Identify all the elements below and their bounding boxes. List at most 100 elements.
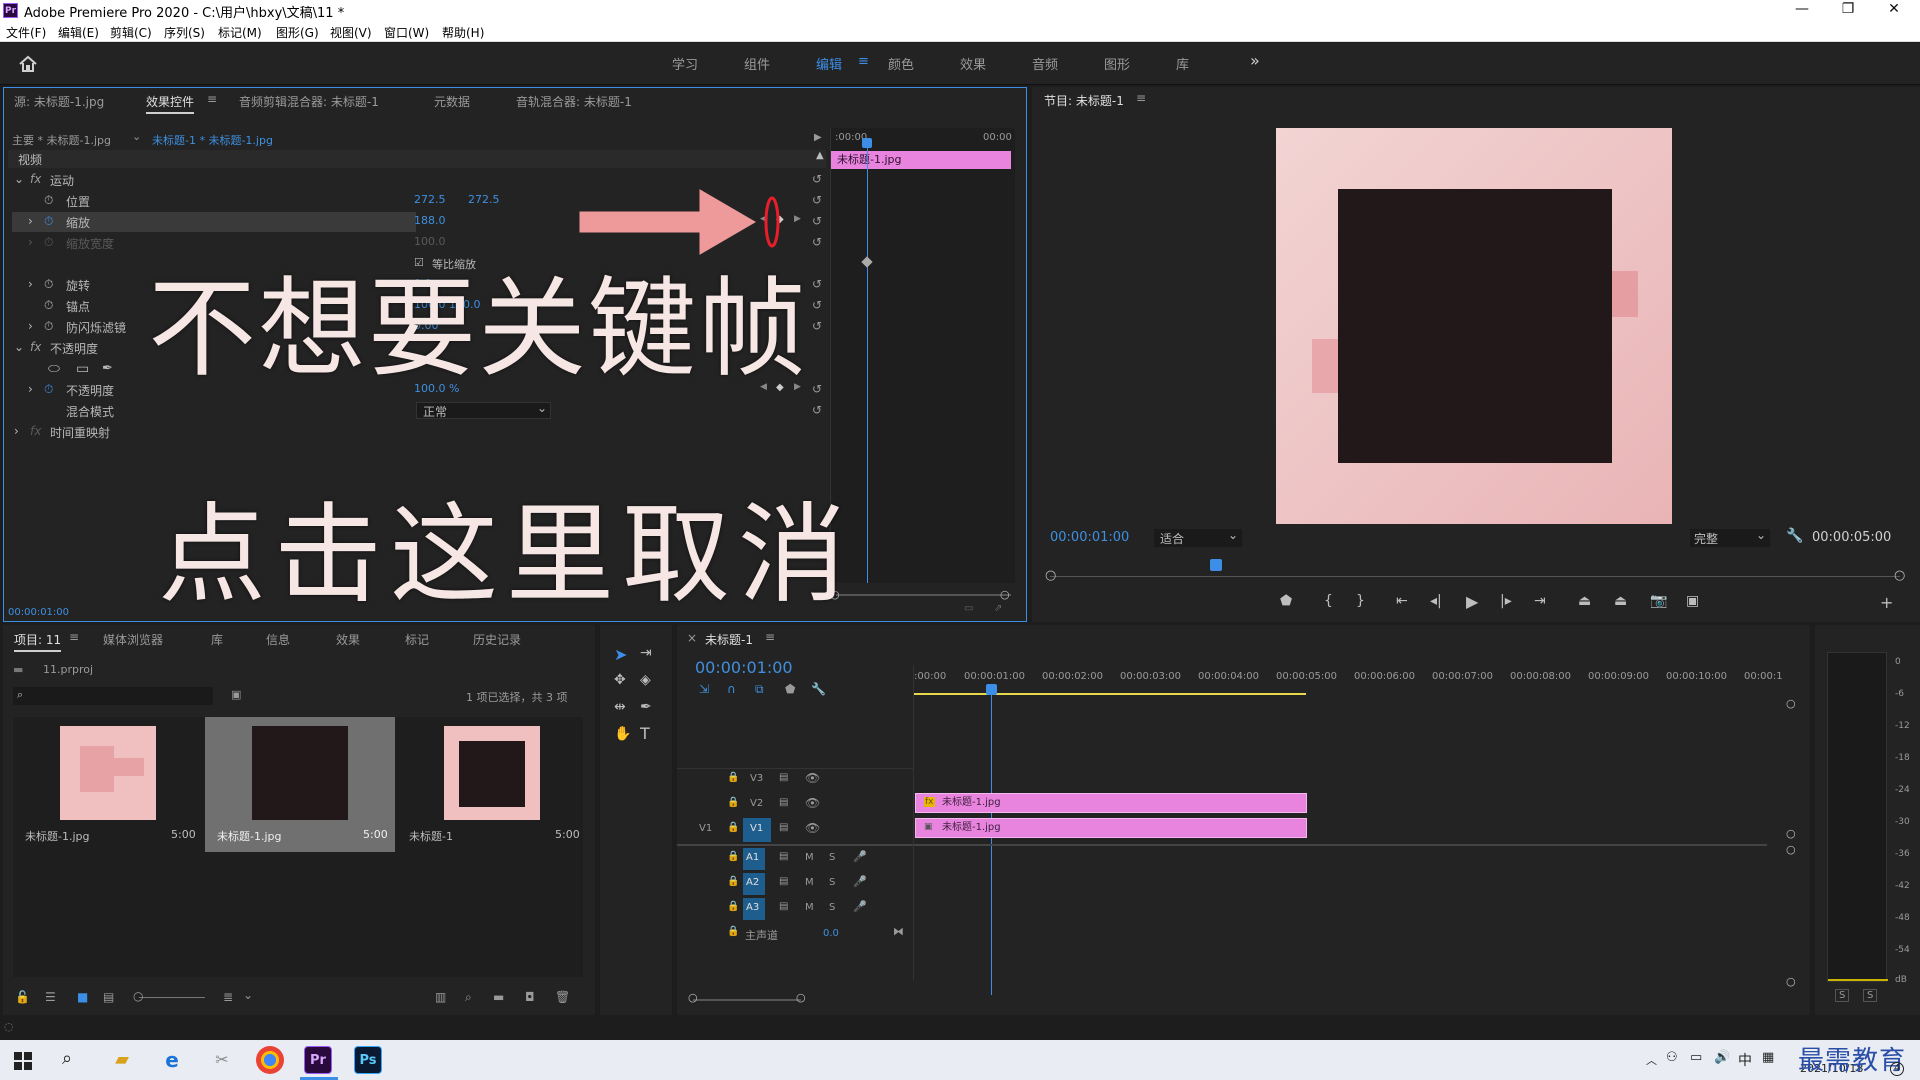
vertical-scroll-handle[interactable]: ○ <box>1786 827 1796 840</box>
tab-project[interactable]: 项目: 11 <box>14 631 62 652</box>
minimize-button[interactable]: — <box>1782 1 1822 17</box>
go-to-out-icon[interactable]: ⇥ <box>1534 593 1546 609</box>
sync-lock-icon[interactable]: ▤ <box>779 797 788 808</box>
reset-opacity-icon[interactable]: ↺ <box>812 382 822 396</box>
type-tool-icon[interactable]: T <box>640 724 650 743</box>
step-back-icon[interactable]: ◂| <box>1430 593 1442 609</box>
menu-sequence[interactable]: 序列(S) <box>164 24 205 41</box>
tab-menu-icon[interactable]: ≡ <box>1136 91 1146 105</box>
workspace-color[interactable]: 颜色 <box>888 54 914 73</box>
reset-anti-flicker-icon[interactable]: ↺ <box>812 319 822 333</box>
sequence-timecode[interactable]: 00:00:01:00 <box>695 658 793 677</box>
project-item[interactable]: 未标题-1 5:00 <box>397 717 587 852</box>
menu-graphics[interactable]: 图形(G) <box>276 24 319 41</box>
project-search-input[interactable]: ⌕ <box>13 687 213 705</box>
menu-window[interactable]: 窗口(W) <box>384 24 429 41</box>
scale-value[interactable]: 188.0 <box>414 214 446 227</box>
chevron-right-icon[interactable]: › <box>28 214 33 228</box>
new-item-icon[interactable]: ◘ <box>525 990 535 1004</box>
export-frame-icon[interactable]: 📷 <box>1650 593 1667 609</box>
zoom-handle-right[interactable]: ○ <box>1000 588 1010 601</box>
menu-marker[interactable]: 标记(M) <box>218 24 262 41</box>
source-patch-v1[interactable]: V1 <box>699 823 712 834</box>
vertical-scroll-handle[interactable]: ○ <box>1786 843 1796 856</box>
reset-anchor-icon[interactable]: ↺ <box>812 298 822 312</box>
sort-icon[interactable]: ≣ <box>223 990 233 1004</box>
reset-position-icon[interactable]: ↺ <box>812 193 822 207</box>
go-to-in-icon[interactable]: ⇤ <box>1396 593 1408 609</box>
sync-lock-icon[interactable]: ▤ <box>779 876 788 887</box>
freeform-view-icon[interactable]: ▤ <box>103 990 114 1004</box>
fx-icon[interactable]: fx <box>30 172 41 186</box>
timeline-clip-v2[interactable]: 未标题-1.jpg <box>915 793 1307 813</box>
photoshop-taskbar-icon[interactable]: Ps <box>354 1046 382 1074</box>
mini-timeline-zoom-bar[interactable] <box>836 594 1011 596</box>
workspace-assembly[interactable]: 组件 <box>744 54 770 73</box>
master-clip-label[interactable]: 主要 * 未标题-1.jpg <box>12 132 111 148</box>
eye-icon[interactable]: 👁 <box>805 796 820 810</box>
go-to-in-out-icon[interactable]: ⧓ <box>893 925 904 938</box>
snap-icon[interactable]: ∩ <box>727 682 736 696</box>
new-bin-icon[interactable]: ▬ <box>493 990 504 1004</box>
zoom-scroll-handle-left[interactable]: ○ <box>688 991 698 1004</box>
restore-button[interactable]: ❐ <box>1828 1 1868 17</box>
lock-icon[interactable]: 🔒 <box>727 876 739 887</box>
next-keyframe-icon[interactable]: ▶ <box>794 214 801 224</box>
lock-icon[interactable]: 🔒 <box>727 797 739 808</box>
tab-markers[interactable]: 标记 <box>405 631 429 648</box>
work-area-bar[interactable] <box>914 693 1306 695</box>
track-name-v3[interactable]: V3 <box>750 773 763 784</box>
sync-lock-icon[interactable]: ▤ <box>779 822 788 833</box>
solo-button[interactable]: S <box>829 852 835 863</box>
workspace-graphics[interactable]: 图形 <box>1104 54 1130 73</box>
eye-icon[interactable]: 👁 <box>805 821 820 835</box>
chevron-right-icon[interactable]: › <box>14 424 19 438</box>
play-button[interactable]: ▶ <box>1466 592 1478 611</box>
eye-icon[interactable]: 👁 <box>805 771 820 785</box>
mark-in-icon[interactable]: { <box>1324 593 1333 609</box>
mute-button[interactable]: M <box>805 902 814 913</box>
close-tab-icon[interactable]: × <box>687 631 697 645</box>
menu-help[interactable]: 帮助(H) <box>442 24 484 41</box>
position-x-value[interactable]: 272.5 <box>414 193 446 206</box>
wrench-icon[interactable]: 🔧 <box>811 682 826 696</box>
trash-icon[interactable]: 🗑 <box>555 990 570 1004</box>
sync-lock-icon[interactable]: ▤ <box>779 901 788 912</box>
hand-tool-icon[interactable]: ✋ <box>614 726 631 742</box>
chrome-icon[interactable] <box>256 1046 284 1074</box>
menu-clip[interactable]: 剪辑(C) <box>110 24 152 41</box>
program-monitor-title[interactable]: 节目: 未标题-1 <box>1044 92 1124 109</box>
add-marker-icon[interactable]: ⬟ <box>785 682 795 696</box>
chevron-right-icon[interactable]: › <box>28 235 33 249</box>
fit-select[interactable]: 适合 ⌄ <box>1154 528 1242 547</box>
workspace-libraries[interactable]: 库 <box>1176 54 1189 73</box>
solo-right-button[interactable]: S <box>1863 989 1878 1002</box>
timeline-clip-v1[interactable]: 未标题-1.jpg <box>915 818 1307 838</box>
selection-tool-icon[interactable]: ➤ <box>614 645 627 664</box>
time-remap-row[interactable]: › fx 时间重映射 <box>12 422 832 442</box>
vertical-scroll-handle[interactable]: ○ <box>1786 975 1796 988</box>
tab-menu-icon[interactable]: ≡ <box>69 630 79 644</box>
lock-icon[interactable]: 🔒 <box>727 926 739 937</box>
project-item[interactable]: 未标题-1.jpg 5:00 <box>13 717 203 852</box>
tab-info[interactable]: 信息 <box>266 631 290 648</box>
windows-start-icon[interactable] <box>14 1052 32 1070</box>
ellipse-mask-icon[interactable]: ⬭ <box>48 361 60 377</box>
list-view-icon[interactable]: ☰ <box>45 990 56 1004</box>
workspace-audio[interactable]: 音频 <box>1032 54 1058 73</box>
sync-lock-icon[interactable]: ▤ <box>779 851 788 862</box>
program-canvas[interactable] <box>1276 128 1672 524</box>
pen-tool-icon[interactable]: ✒ <box>640 699 652 715</box>
file-explorer-icon[interactable]: ▰ <box>108 1046 136 1074</box>
pen-mask-icon[interactable]: ✒ <box>102 361 113 376</box>
horizontal-zoom-scrollbar[interactable] <box>693 999 801 1001</box>
mute-button[interactable]: M <box>805 877 814 888</box>
chevron-down-icon[interactable]: ⌄ <box>14 340 24 354</box>
tab-source[interactable]: 源: 未标题-1.jpg <box>14 93 104 110</box>
lock-icon[interactable]: 🔓 <box>15 990 30 1004</box>
mark-out-icon[interactable]: } <box>1356 593 1365 609</box>
wrench-icon[interactable]: 🔧 <box>1786 528 1803 544</box>
volume-icon[interactable]: 🔊 <box>1714 1050 1730 1065</box>
ime-indicator[interactable]: 中 <box>1738 1050 1752 1070</box>
people-icon[interactable]: ⚇ <box>1666 1050 1678 1065</box>
